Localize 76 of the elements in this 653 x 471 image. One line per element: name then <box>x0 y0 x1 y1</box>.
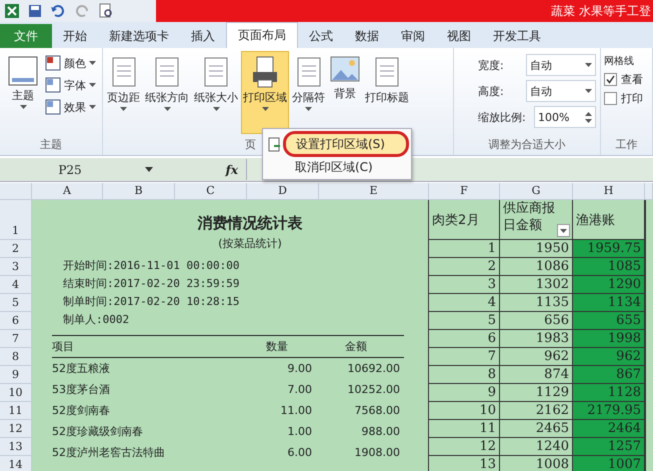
table-cell-text: 1.00 <box>286 425 312 438</box>
table-cell: 6 <box>429 330 500 348</box>
table-cell-text: 10252.00 <box>346 383 401 396</box>
table-cell-text: 52度五粮液 <box>52 361 111 376</box>
table-cell: 656 <box>500 312 573 330</box>
group-label: 主题 <box>39 137 63 153</box>
report-info-text: 开始时间:2016-11-01 00:00:00 <box>63 258 240 274</box>
table-cell: 2162 <box>500 402 573 420</box>
table-cell-text: 1908.00 <box>354 446 401 459</box>
table-cell: 2179.95 <box>573 402 645 420</box>
table-cell: 11 <box>429 420 500 438</box>
table-cell: 867 <box>573 366 645 384</box>
table-cell: 962 <box>573 348 645 366</box>
table-cell: 1998 <box>573 330 645 348</box>
table-cell: 1135 <box>500 294 573 312</box>
table-cell: 1240 <box>500 438 573 456</box>
table-cell-text: 6.00 <box>286 446 312 459</box>
table-cell: 2 <box>429 258 500 276</box>
table-cell: 1134 <box>573 294 645 312</box>
table-cell: 9 <box>429 384 500 402</box>
table-cell: 1 <box>429 240 500 258</box>
option-label: 效果 <box>64 100 86 114</box>
table-cell: 1007 <box>573 456 645 471</box>
table-cell: 4 <box>429 294 500 312</box>
table-cell: 1128 <box>573 384 645 402</box>
option-label: 字体 <box>64 78 86 92</box>
title-bar: 蔬菜 水果等手工登 <box>156 0 653 22</box>
column-heading: 项目 <box>52 339 75 354</box>
option-label: 颜色 <box>64 56 86 70</box>
table-cell-text: 10692.00 <box>346 362 401 375</box>
table-cell-text: 52度剑南春 <box>52 403 111 418</box>
table-cell-text: 7.00 <box>286 383 312 396</box>
table-cell: 12 <box>429 438 500 456</box>
table-cell: 5 <box>429 312 500 330</box>
table-cell: 渔港账 <box>573 200 645 240</box>
report-info-text: 制单人:0002 <box>63 312 130 328</box>
table-cell: 1302 <box>500 276 573 294</box>
table-cell: 1085 <box>573 258 645 276</box>
scale-label: 缩放比例: <box>477 110 526 124</box>
report-subtitle: (按菜品统计) <box>217 236 283 251</box>
table-cell-text: 52度珍藏级剑南春 <box>52 424 144 439</box>
table-cell-text: 11.00 <box>280 404 312 417</box>
table-cell: 肉类2月 <box>429 200 500 240</box>
group-label: 页 <box>245 137 256 152</box>
table-cell: 962 <box>500 348 573 366</box>
table-cell-text: 988.00 <box>360 425 401 438</box>
table-cell: 7 <box>429 348 500 366</box>
table-cell: 655 <box>573 312 645 330</box>
table-cell-text: 53度茅台酒 <box>52 382 111 397</box>
table-cell: 1129 <box>500 384 573 402</box>
table-cell: 1290 <box>573 276 645 294</box>
table-cell: 1959.75 <box>573 240 645 258</box>
table-cell: 1983 <box>500 330 573 348</box>
report-title: 消费情况统计表 <box>196 214 304 233</box>
table-cell: 3 <box>429 276 500 294</box>
table-cell-text: 9.00 <box>286 362 312 375</box>
gridlines-heading: 网格线 <box>604 54 635 68</box>
table-cell: 1086 <box>500 258 573 276</box>
group-label: 工作 <box>614 137 638 153</box>
table-cell: 1257 <box>573 438 645 456</box>
group-label: 调整为合适大小 <box>488 137 566 153</box>
report-info-text: 制单时间:2017-02-20 10:28:15 <box>63 294 240 310</box>
table-cell-text: 52度泸州老窖古法特曲 <box>52 445 166 460</box>
table-cell: 1950 <box>500 240 573 258</box>
table-cell: 供应商报日金额 <box>500 200 573 240</box>
width-label: 宽度: <box>477 58 504 72</box>
height-label: 高度: <box>477 84 504 98</box>
report-info-text: 结束时间:2017-02-20 23:59:59 <box>63 276 240 292</box>
column-heading: 金额 <box>344 339 368 354</box>
table-cell: 874 <box>500 366 573 384</box>
column-heading: 数量 <box>265 339 289 354</box>
table-cell: 10 <box>429 402 500 420</box>
table-cell: 2464 <box>573 420 645 438</box>
table-cell: 2465 <box>500 420 573 438</box>
table-cell-text: 7568.00 <box>354 404 401 417</box>
table-cell: 8 <box>429 366 500 384</box>
